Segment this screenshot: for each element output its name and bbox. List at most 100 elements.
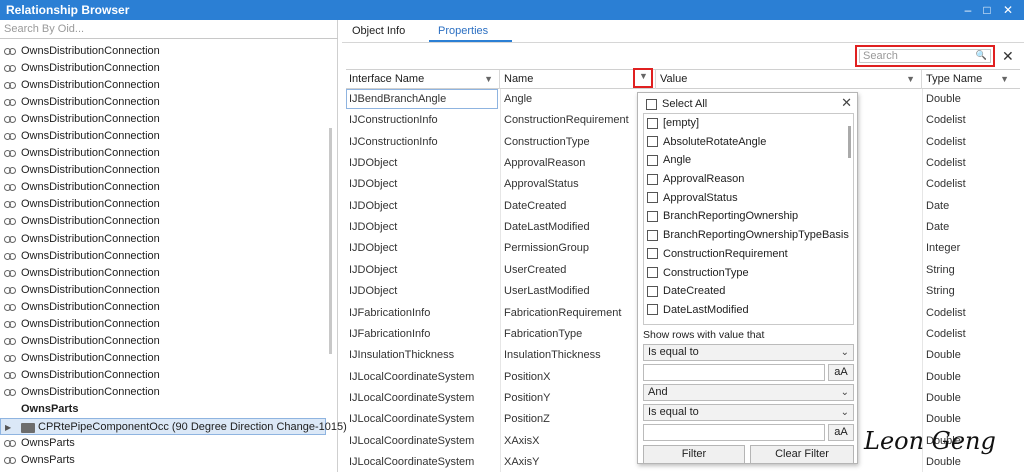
filter-value-item[interactable]: Angle bbox=[644, 151, 853, 170]
clear-filter-button[interactable]: Clear Filter bbox=[750, 445, 854, 464]
relationship-icon bbox=[4, 65, 18, 73]
tree-item[interactable]: OwnsDistributionConnection bbox=[0, 265, 326, 282]
filter-icon[interactable]: ▼ bbox=[1000, 70, 1009, 89]
filter-list-scrollbar[interactable] bbox=[848, 126, 851, 158]
tree-item[interactable]: OwnsDistributionConnection bbox=[0, 333, 326, 350]
header-value[interactable]: Value ▼ bbox=[657, 70, 922, 89]
property-search-input[interactable]: Search bbox=[859, 49, 991, 63]
operator-select-1[interactable]: Is equal to ⌄ bbox=[643, 344, 854, 361]
interface-name-cell: IJInsulationThickness bbox=[349, 349, 455, 362]
tree-item[interactable]: OwnsDistributionConnection bbox=[0, 43, 326, 60]
header-interface-name[interactable]: Interface Name ▼ bbox=[346, 70, 500, 89]
tree-item[interactable]: OwnsDistributionConnection bbox=[0, 111, 326, 128]
tree-item[interactable]: OwnsDistributionConnection bbox=[0, 179, 326, 196]
close-window-button[interactable]: ✕ bbox=[998, 1, 1018, 19]
tree-item[interactable]: OwnsDistributionConnection bbox=[0, 196, 326, 213]
tree-item[interactable]: OwnsDistributionConnection bbox=[0, 145, 326, 162]
logic-operator-select[interactable]: And ⌄ bbox=[643, 384, 854, 401]
tree-item-label: OwnsDistributionConnection bbox=[21, 266, 160, 279]
filter-value-item[interactable]: BranchReportingOwnership bbox=[644, 207, 853, 226]
close-popup-icon[interactable]: ✕ bbox=[841, 95, 852, 111]
filter-value-item[interactable]: [empty] bbox=[644, 114, 853, 133]
tree-item[interactable]: OwnsDistributionConnection bbox=[0, 350, 326, 367]
tree-item[interactable]: OwnsParts bbox=[0, 435, 326, 452]
operator-select-2[interactable]: Is equal to ⌄ bbox=[643, 404, 854, 421]
checkbox[interactable] bbox=[647, 229, 658, 241]
header-value-label: Value bbox=[660, 73, 688, 85]
type-name-cell: String bbox=[926, 285, 955, 298]
filter-icon[interactable]: ▼ bbox=[639, 71, 648, 81]
tree-item-label: OwnsDistributionConnection bbox=[21, 198, 160, 211]
tree-item-label: OwnsDistributionConnection bbox=[21, 232, 160, 245]
interface-name-cell: IJLocalCoordinateSystem bbox=[349, 455, 475, 468]
tree-item[interactable]: OwnsDistributionConnection bbox=[0, 77, 326, 94]
tree-item-selected-node[interactable]: ▶ CPRtePipeComponentOcc (90 Degree Direct… bbox=[0, 418, 347, 436]
checkbox[interactable] bbox=[647, 136, 658, 148]
filter-icon[interactable]: ▼ bbox=[484, 70, 493, 89]
expand-arrow-icon[interactable]: ▶ bbox=[5, 419, 11, 436]
checkbox[interactable] bbox=[647, 173, 658, 185]
tree-item[interactable]: OwnsDistributionConnection bbox=[0, 384, 326, 401]
checkbox[interactable] bbox=[647, 117, 658, 129]
name-filter-button-highlight[interactable]: ▼ bbox=[633, 68, 653, 88]
close-search-button[interactable]: ✕ bbox=[1002, 48, 1014, 65]
tree-item-owns-parts[interactable]: OwnsParts bbox=[0, 401, 326, 418]
match-case-button-1[interactable]: aA bbox=[828, 364, 854, 381]
filter-button[interactable]: Filter bbox=[643, 445, 745, 464]
type-name-cell: Codelist bbox=[926, 327, 966, 340]
tab-object-info[interactable]: Object Info bbox=[352, 25, 405, 41]
checkbox[interactable] bbox=[647, 304, 658, 316]
match-case-button-2[interactable]: aA bbox=[828, 424, 854, 441]
tree-item-label: OwnsDistributionConnection bbox=[21, 368, 160, 381]
checkbox[interactable] bbox=[646, 98, 657, 110]
maximize-button[interactable]: □ bbox=[977, 1, 997, 19]
tree-item[interactable]: OwnsDistributionConnection bbox=[0, 128, 326, 145]
checkbox[interactable] bbox=[647, 248, 658, 260]
tree-item[interactable]: OwnsDistributionConnection bbox=[0, 94, 326, 111]
relationship-icon bbox=[4, 150, 18, 158]
tree-item[interactable]: OwnsDistributionConnection bbox=[0, 282, 326, 299]
tree-item[interactable]: OwnsParts bbox=[0, 452, 326, 469]
filter-value-input-2[interactable] bbox=[643, 424, 825, 441]
tree-item-label: OwnsParts bbox=[21, 402, 79, 415]
checkbox[interactable] bbox=[647, 192, 658, 204]
oid-search-input[interactable]: Search By Oid... bbox=[0, 20, 338, 39]
filter-value-label: ConstructionType bbox=[663, 266, 749, 279]
tree-item[interactable]: OwnsDistributionConnection bbox=[0, 60, 326, 77]
filter-value-item[interactable]: ConstructionType bbox=[644, 264, 853, 283]
filter-value-item[interactable]: BranchReportingOwnershipTypeBasis bbox=[644, 226, 853, 245]
relationship-icon bbox=[4, 388, 18, 397]
tree-item[interactable]: OwnsDistributionConnection bbox=[0, 231, 326, 248]
checkbox[interactable] bbox=[647, 267, 658, 279]
filter-value-item[interactable]: DateLastModified bbox=[644, 301, 853, 320]
select-all-checkbox[interactable]: Select All bbox=[646, 98, 707, 110]
checkbox[interactable] bbox=[647, 154, 658, 166]
tree-scrollbar[interactable] bbox=[329, 128, 332, 354]
filter-icon[interactable]: ▼ bbox=[906, 70, 915, 89]
tree-item[interactable]: OwnsDistributionConnection bbox=[0, 213, 326, 230]
tree-item[interactable]: OwnsDistributionConnection bbox=[0, 248, 326, 265]
filter-value-item[interactable]: DateCreated bbox=[644, 282, 853, 301]
filter-value-item[interactable]: ApprovalReason bbox=[644, 170, 853, 189]
checkbox[interactable] bbox=[647, 285, 658, 297]
tree-item[interactable]: OwnsDistributionConnection bbox=[0, 162, 326, 179]
tree-item[interactable]: OwnsDistributionConnection bbox=[0, 316, 326, 333]
interface-name-cell: IJDObject bbox=[349, 199, 398, 212]
tree-item[interactable]: OwnsDistributionConnection bbox=[0, 367, 326, 384]
filter-popup: Select All ✕ [empty] AbsoluteRotateAngle A… bbox=[637, 92, 858, 464]
name-cell: ConstructionType bbox=[504, 135, 590, 148]
chevron-down-icon: ⌄ bbox=[840, 407, 849, 418]
filter-value-item[interactable]: ApprovalStatus bbox=[644, 189, 853, 208]
minimize-button[interactable]: – bbox=[958, 1, 978, 19]
relationship-icon bbox=[4, 371, 18, 380]
filter-value-item[interactable]: AbsoluteRotateAngle bbox=[644, 133, 853, 152]
tree-item[interactable]: OwnsDistributionConnection bbox=[0, 299, 326, 316]
checkbox[interactable] bbox=[647, 211, 658, 223]
tab-properties[interactable]: Properties bbox=[438, 25, 488, 41]
name-cell: XAxisX bbox=[504, 434, 540, 447]
interface-name-cell: IJConstructionInfo bbox=[349, 114, 438, 127]
filter-value-input-1[interactable] bbox=[643, 364, 825, 381]
filter-value-item[interactable]: ConstructionRequirement bbox=[644, 245, 853, 264]
tree-item-label: OwnsDistributionConnection bbox=[21, 300, 160, 313]
header-type-name[interactable]: Type Name ▼ bbox=[923, 70, 1015, 89]
